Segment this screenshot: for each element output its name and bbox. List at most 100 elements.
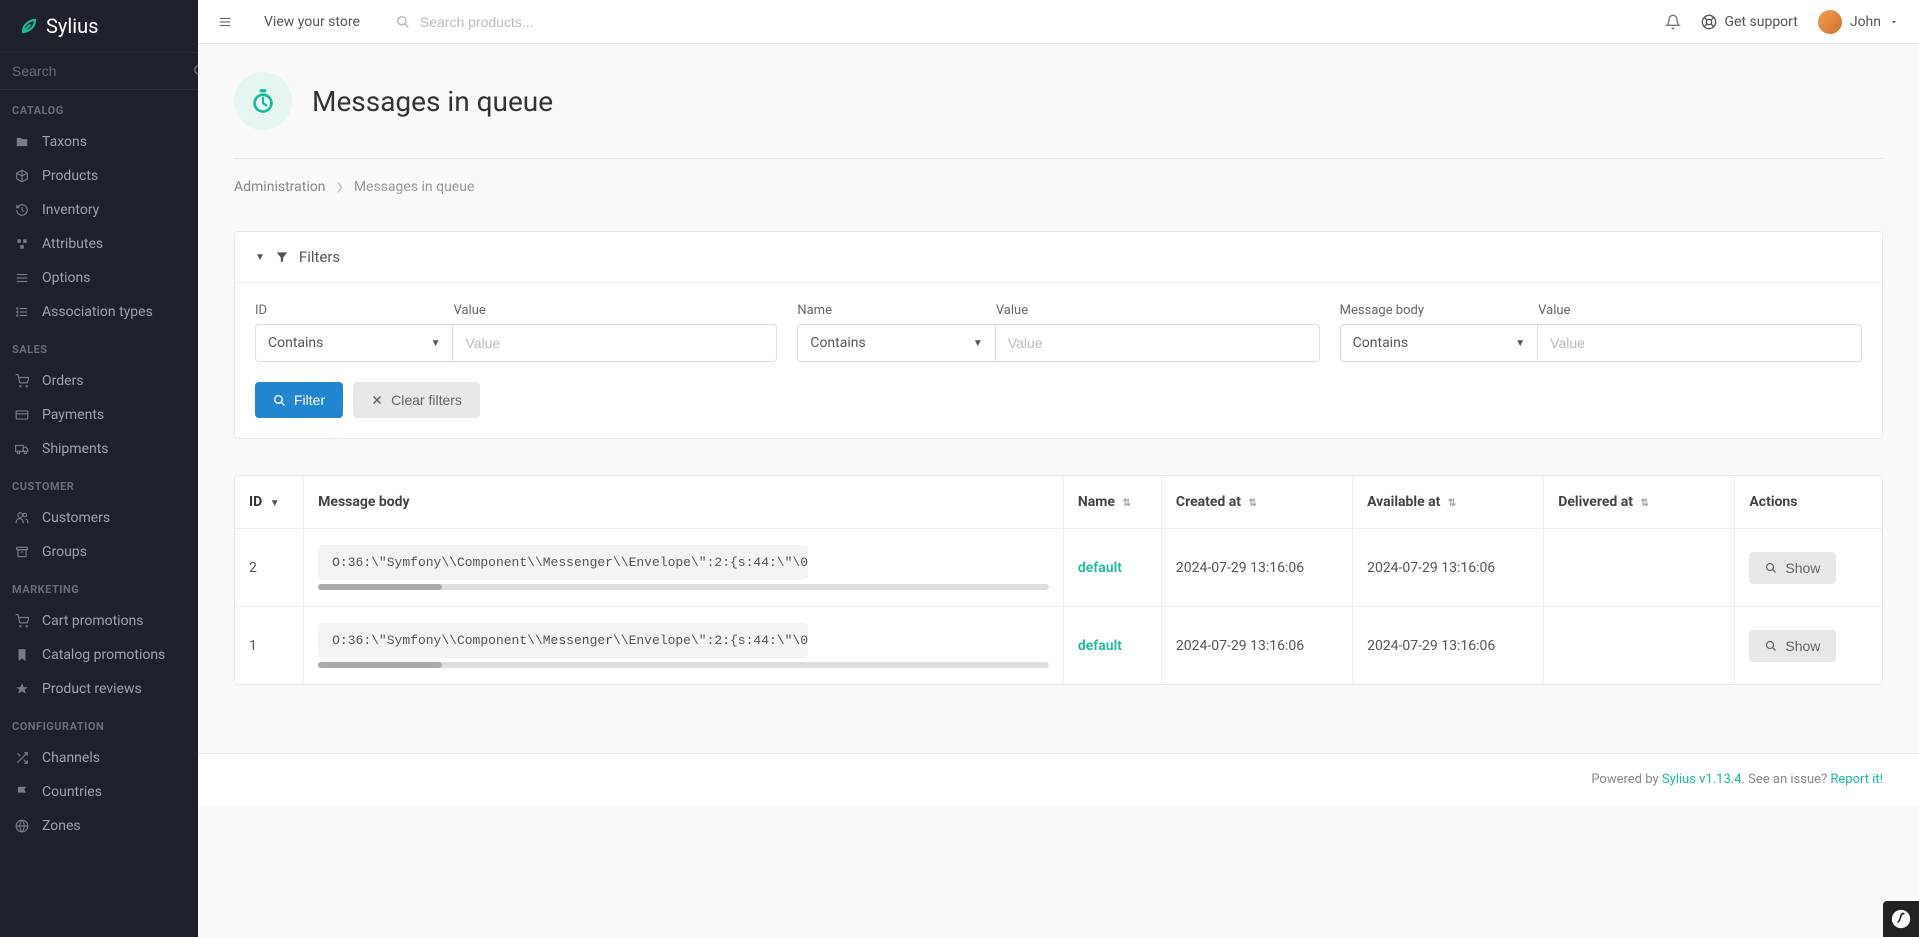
avatar [1818, 10, 1842, 34]
cell-actions: Show [1735, 529, 1882, 607]
sidebar-item-products[interactable]: Products [0, 159, 198, 193]
filter-group-name: Name Value Contains ▼ [797, 303, 1319, 362]
caret-down-icon: ▼ [1515, 338, 1525, 349]
col-delivered[interactable]: Delivered at ⇅ [1544, 476, 1735, 529]
top-search [384, 14, 1657, 30]
filter-group-id: ID Value Contains ▼ [255, 303, 777, 362]
sort-icon: ⇅ [1641, 498, 1649, 509]
get-support-link[interactable]: Get support [1701, 14, 1798, 30]
caret-down-icon: ▼ [431, 338, 441, 349]
sidebar-search[interactable] [0, 52, 198, 90]
view-store-link[interactable]: View your store [248, 14, 376, 30]
sort-icon: ⇅ [1249, 498, 1257, 509]
col-created[interactable]: Created at ⇅ [1161, 476, 1352, 529]
sidebar-item-payments[interactable]: Payments [0, 398, 198, 432]
sidebar-item-shipments[interactable]: Shipments [0, 432, 198, 466]
tasks-icon [14, 305, 30, 319]
nav-label: Catalog promotions [42, 647, 165, 663]
symfony-badge[interactable] [1883, 901, 1919, 937]
clear-filters-button[interactable]: Clear filters [353, 382, 480, 418]
breadcrumb-admin[interactable]: Administration [234, 179, 325, 195]
filters-title: Filters [299, 248, 340, 266]
stopwatch-icon [234, 72, 292, 130]
search-icon [193, 64, 198, 78]
main: View your store Get support [198, 0, 1919, 937]
filter-button[interactable]: Filter [255, 382, 343, 418]
divider [234, 158, 1883, 159]
sidebar-item-inventory[interactable]: Inventory [0, 193, 198, 227]
filter-button-label: Filter [294, 392, 325, 408]
product-search-input[interactable] [420, 14, 1657, 30]
leaf-icon [20, 17, 38, 35]
cell-created: 2024-07-29 13:16:06 [1161, 529, 1352, 607]
filter-type-select[interactable]: Contains ▼ [797, 324, 995, 362]
cart-icon [14, 374, 30, 388]
cell-id: 1 [235, 607, 304, 685]
col-name[interactable]: Name ⇅ [1063, 476, 1161, 529]
sidebar-item-zones[interactable]: Zones [0, 809, 198, 843]
code-block[interactable]: O:36:\"Symfony\\Component\\Messenger\\En… [318, 623, 808, 658]
col-body: Message body [304, 476, 1064, 529]
filter-type-select[interactable]: Contains ▼ [1340, 324, 1538, 362]
filter-value-input[interactable] [1538, 324, 1862, 362]
col-available[interactable]: Available at ⇅ [1353, 476, 1544, 529]
filter-label: Message body [1340, 303, 1538, 318]
sidebar-item-orders[interactable]: Orders [0, 364, 198, 398]
brand-name: Sylius [46, 14, 98, 38]
name-link[interactable]: default [1078, 638, 1122, 654]
cell-delivered [1544, 529, 1735, 607]
version-link[interactable]: Sylius v1.13.4 [1662, 772, 1742, 787]
sidebar-search-input[interactable] [12, 63, 193, 79]
content: Messages in queue Administration ❯ Messa… [198, 44, 1919, 937]
star-icon [14, 682, 30, 696]
filter-label: ID [255, 303, 453, 318]
hamburger-icon[interactable] [210, 7, 240, 37]
scrollbar[interactable] [318, 662, 1049, 668]
history-icon [14, 203, 30, 217]
chevron-right-icon: ❯ [335, 182, 343, 193]
folder-icon [14, 135, 30, 149]
user-name: John [1850, 14, 1881, 30]
cell-body: O:36:\"Symfony\\Component\\Messenger\\En… [304, 607, 1064, 685]
filter-value-input[interactable] [453, 324, 777, 362]
brand-logo[interactable]: Sylius [0, 0, 198, 52]
users-icon [14, 511, 30, 525]
show-button[interactable]: Show [1749, 552, 1836, 584]
filter-value-label: Value [1538, 303, 1862, 318]
page-header: Messages in queue [234, 72, 1883, 130]
sidebar-item-association-types[interactable]: Association types [0, 295, 198, 329]
chevron-down-icon [1889, 17, 1899, 27]
nav-label: Customers [42, 510, 110, 526]
col-id[interactable]: ID ▼ [235, 476, 304, 529]
sidebar-item-product-reviews[interactable]: Product reviews [0, 672, 198, 706]
report-link[interactable]: Report it! [1830, 772, 1883, 787]
cell-body: O:36:\"Symfony\\Component\\Messenger\\En… [304, 529, 1064, 607]
filter-value-label: Value [996, 303, 1320, 318]
sidebar-item-customers[interactable]: Customers [0, 501, 198, 535]
messages-table: ID ▼ Message body Name ⇅ Created at [234, 475, 1883, 685]
search-icon [273, 394, 286, 407]
filter-value-input[interactable] [996, 324, 1320, 362]
life-ring-icon [1701, 14, 1717, 30]
sidebar-item-groups[interactable]: Groups [0, 535, 198, 569]
bell-icon[interactable] [1665, 14, 1681, 30]
sidebar-item-channels[interactable]: Channels [0, 741, 198, 775]
sidebar-item-attributes[interactable]: Attributes [0, 227, 198, 261]
user-menu[interactable]: John [1818, 10, 1899, 34]
name-link[interactable]: default [1078, 560, 1122, 576]
sidebar-item-taxons[interactable]: Taxons [0, 125, 198, 159]
sidebar-item-catalog-promotions[interactable]: Catalog promotions [0, 638, 198, 672]
cubes-icon [14, 237, 30, 251]
show-button[interactable]: Show [1749, 630, 1836, 662]
sidebar-item-cart-promotions[interactable]: Cart promotions [0, 604, 198, 638]
filters-toggle[interactable]: ▼ Filters [235, 232, 1882, 282]
scrollbar[interactable] [318, 584, 1049, 590]
nav-section-title: CONFIGURATION [0, 706, 198, 741]
sidebar-item-countries[interactable]: Countries [0, 775, 198, 809]
sort-icon: ⇅ [1122, 498, 1130, 509]
sort-icon: ⇅ [1448, 498, 1456, 509]
sidebar-item-options[interactable]: Options [0, 261, 198, 295]
filter-type-select[interactable]: Contains ▼ [255, 324, 453, 362]
code-block[interactable]: O:36:\"Symfony\\Component\\Messenger\\En… [318, 545, 808, 580]
cell-available: 2024-07-29 13:16:06 [1353, 607, 1544, 685]
